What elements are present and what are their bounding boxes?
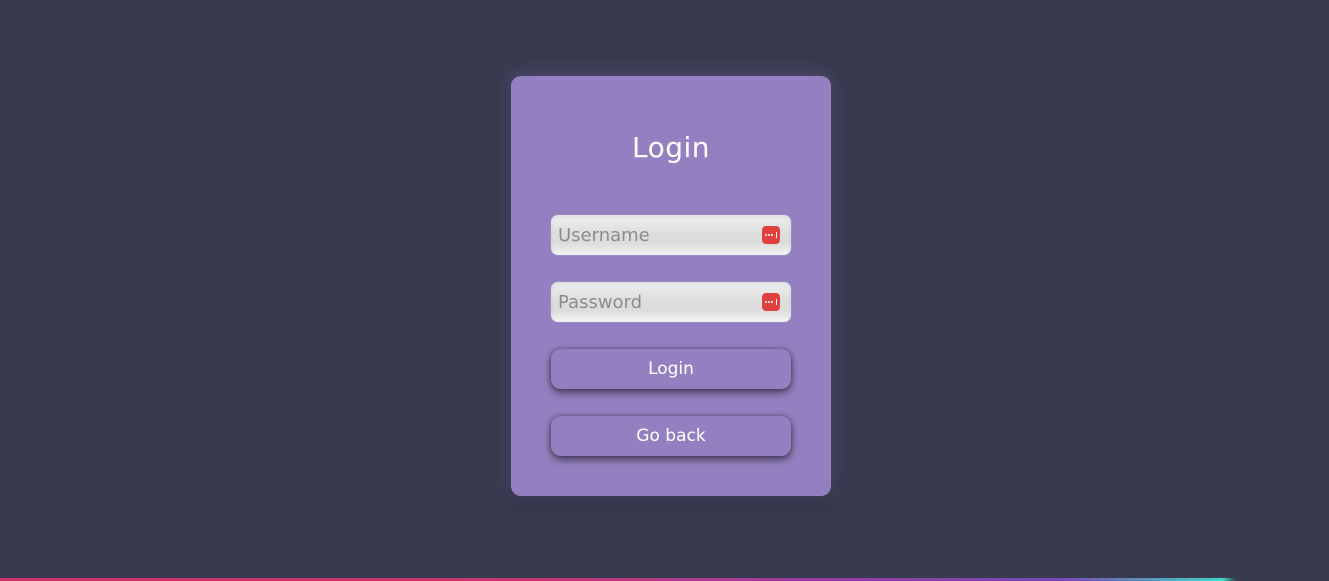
login-card: Login Login Go back	[511, 76, 831, 496]
page: Login Login Go back	[0, 0, 1329, 581]
go-back-button[interactable]: Go back	[551, 416, 791, 456]
password-field	[551, 282, 791, 322]
password-manager-icon[interactable]	[762, 293, 780, 311]
page-title: Login	[631, 131, 711, 164]
login-button[interactable]: Login	[551, 349, 791, 389]
username-input[interactable]	[551, 215, 758, 255]
password-manager-icon[interactable]	[762, 226, 780, 244]
username-field	[551, 215, 791, 255]
password-input[interactable]	[551, 282, 758, 322]
